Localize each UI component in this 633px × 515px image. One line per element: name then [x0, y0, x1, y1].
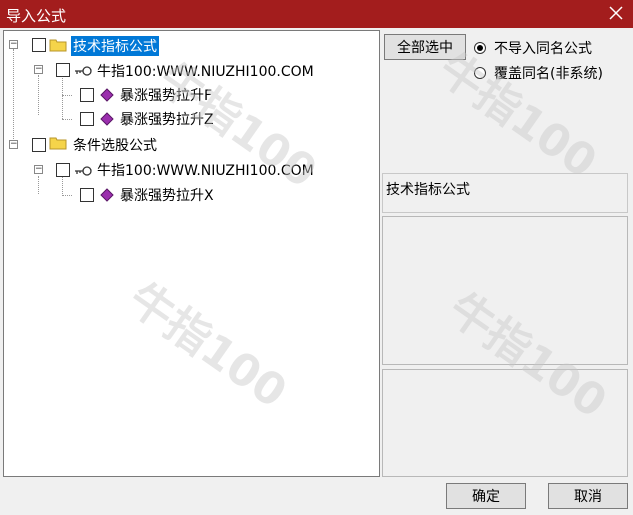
- expand-collapse-icon[interactable]: −: [9, 40, 18, 49]
- tree-connector: [62, 95, 72, 96]
- formula-tree[interactable]: − 技术指标公式 − 牛指100:WWW.NIUZHI100.COM 暴涨强势拉…: [3, 30, 380, 477]
- checkbox[interactable]: [80, 188, 94, 202]
- category-info: 技术指标公式: [382, 173, 628, 213]
- tree-item-label[interactable]: 暴涨强势拉升X: [120, 185, 214, 205]
- key-icon: [75, 66, 92, 76]
- formula-notes-panel: [382, 369, 628, 477]
- tree-connector: [62, 195, 72, 196]
- checkbox[interactable]: [32, 38, 46, 52]
- category-label: 技术指标公式: [386, 182, 470, 198]
- title-bar: 导入公式: [0, 0, 633, 28]
- radio-label: 覆盖同名(非系统): [494, 66, 603, 82]
- window-title: 导入公式: [6, 7, 67, 25]
- tree-connector: [62, 176, 63, 196]
- formula-icon: [100, 112, 114, 126]
- checkbox[interactable]: [80, 88, 94, 102]
- close-icon[interactable]: [605, 2, 627, 24]
- radio-skip-duplicates[interactable]: 不导入同名公式: [474, 38, 592, 58]
- formula-description-panel: [382, 216, 628, 365]
- checkbox[interactable]: [80, 112, 94, 126]
- tree-connector: [38, 176, 39, 194]
- tree-connector: [13, 49, 14, 149]
- tree-connector: [62, 75, 63, 119]
- ok-button[interactable]: 确定: [446, 483, 526, 509]
- radio-overwrite-duplicates[interactable]: 覆盖同名(非系统): [474, 63, 603, 83]
- tree-item-label[interactable]: 暴涨强势拉升F: [120, 85, 212, 105]
- radio-unselected-icon[interactable]: [474, 67, 486, 79]
- key-icon: [75, 166, 92, 176]
- tree-item-label[interactable]: 牛指100:WWW.NIUZHI100.COM: [97, 61, 314, 81]
- tree-item-label[interactable]: 技术指标公式: [71, 36, 159, 56]
- select-all-button[interactable]: 全部选中: [384, 34, 466, 60]
- checkbox[interactable]: [32, 138, 46, 152]
- formula-icon: [100, 188, 114, 202]
- expand-collapse-icon[interactable]: −: [34, 165, 43, 174]
- folder-icon: [49, 137, 67, 150]
- tree-connector: [62, 119, 72, 120]
- checkbox[interactable]: [56, 163, 70, 177]
- tree-item-label[interactable]: 牛指100:WWW.NIUZHI100.COM: [97, 160, 314, 180]
- expand-collapse-icon[interactable]: −: [34, 65, 43, 74]
- cancel-button[interactable]: 取消: [548, 483, 628, 509]
- checkbox[interactable]: [56, 63, 70, 77]
- radio-selected-icon[interactable]: [474, 42, 486, 54]
- formula-icon: [100, 88, 114, 102]
- radio-label: 不导入同名公式: [494, 41, 592, 57]
- tree-connector: [38, 75, 39, 115]
- folder-icon: [49, 39, 67, 52]
- tree-item-label[interactable]: 条件选股公式: [73, 135, 157, 155]
- tree-item-label[interactable]: 暴涨强势拉升Z: [120, 109, 214, 129]
- expand-collapse-icon[interactable]: −: [9, 140, 18, 149]
